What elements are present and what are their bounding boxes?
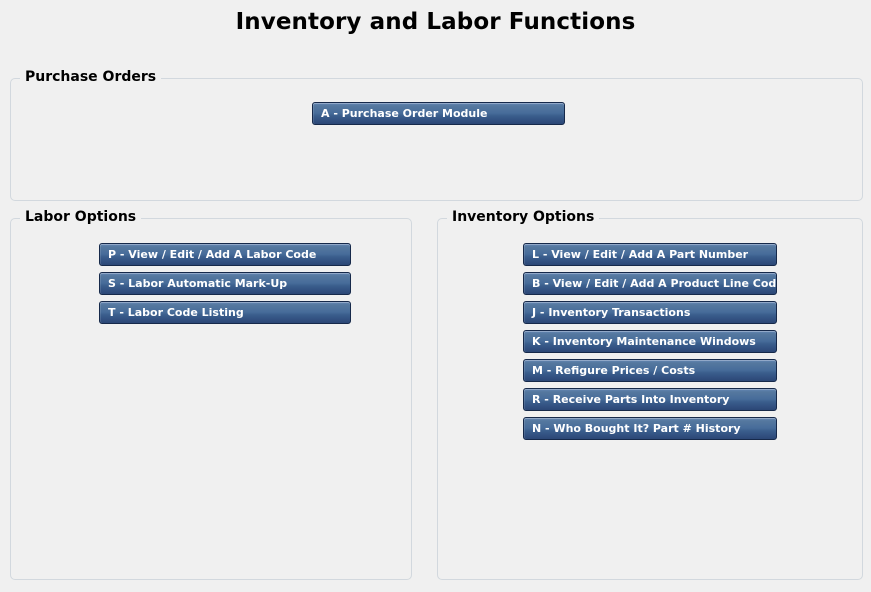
- page-title: Inventory and Labor Functions: [235, 9, 636, 35]
- button-purchase-order-module[interactable]: A - Purchase Order Module: [312, 102, 565, 125]
- button-inventory-transactions[interactable]: J - Inventory Transactions: [523, 301, 777, 324]
- button-view-edit-add-product-line-code[interactable]: B - View / Edit / Add A Product Line Cod…: [523, 272, 777, 295]
- button-view-edit-add-part-number[interactable]: L - View / Edit / Add A Part Number: [523, 243, 777, 266]
- group-legend-labor-options: Labor Options: [20, 209, 142, 226]
- button-refigure-prices-costs[interactable]: M - Refigure Prices / Costs: [523, 359, 777, 382]
- group-legend-purchase-orders: Purchase Orders: [20, 69, 162, 86]
- button-view-edit-add-labor-code[interactable]: P - View / Edit / Add A Labor Code: [99, 243, 351, 266]
- button-labor-automatic-mark-up[interactable]: S - Labor Automatic Mark-Up: [99, 272, 351, 295]
- button-labor-code-listing[interactable]: T - Labor Code Listing: [99, 301, 351, 324]
- group-purchase-orders: Purchase Orders: [10, 69, 863, 201]
- button-inventory-maintenance-windows[interactable]: K - Inventory Maintenance Windows: [523, 330, 777, 353]
- group-legend-inventory-options: Inventory Options: [447, 209, 600, 226]
- button-receive-parts-into-inventory[interactable]: R - Receive Parts Into Inventory: [523, 388, 777, 411]
- button-who-bought-it-part-history[interactable]: N - Who Bought It? Part # History: [523, 417, 777, 440]
